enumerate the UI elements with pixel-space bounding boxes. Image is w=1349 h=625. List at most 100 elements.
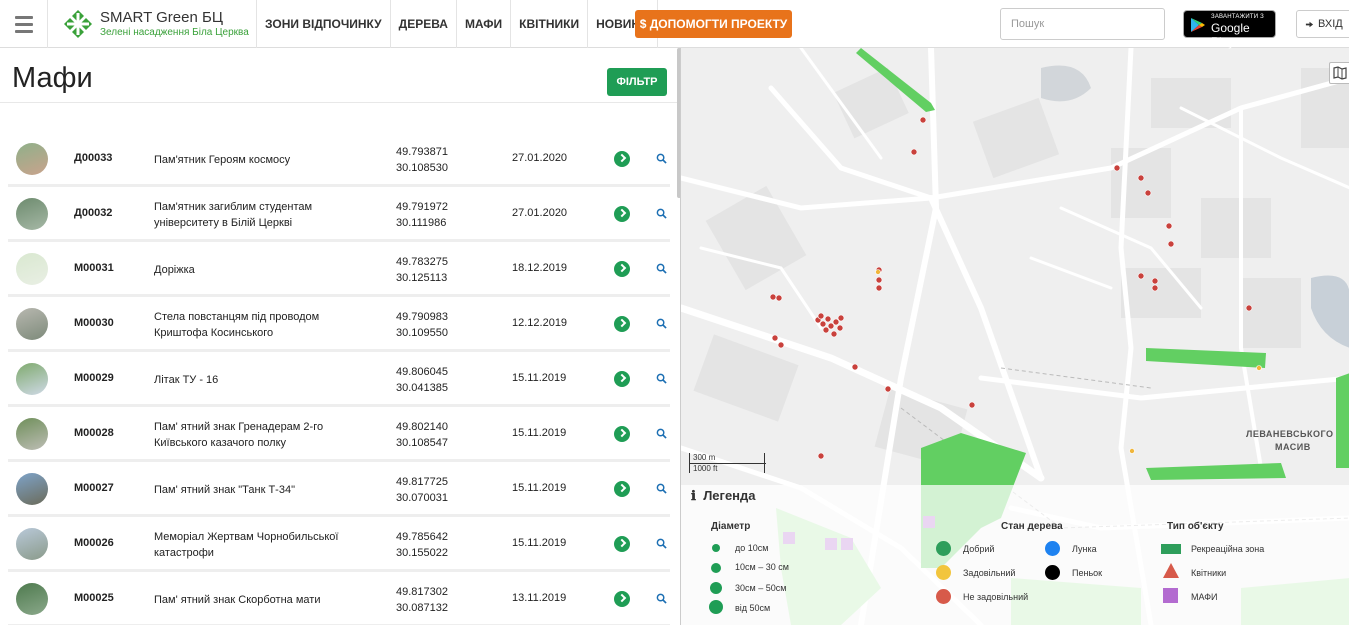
maf-photo-thumbnail[interactable] bbox=[16, 528, 48, 560]
maf-longitude: 30.108547 bbox=[396, 437, 448, 449]
maf-latitude: 49.806045 bbox=[396, 366, 448, 378]
gplay-big-text: Google Play bbox=[1211, 21, 1250, 49]
maf-photo-thumbnail[interactable] bbox=[16, 198, 48, 230]
maf-latitude: 49.817302 bbox=[396, 586, 448, 598]
maf-photo-thumbnail[interactable] bbox=[16, 308, 48, 340]
legend-title-row[interactable]: ℹ Легенда bbox=[691, 488, 756, 504]
open-details-icon[interactable] bbox=[614, 371, 630, 387]
maf-coordinates: 49.806045 30.041385 bbox=[396, 364, 448, 396]
maf-photo-thumbnail[interactable] bbox=[16, 253, 48, 285]
nav-rest-zones[interactable]: ЗОНИ ВІДПОЧИНКУ bbox=[256, 0, 390, 48]
table-row[interactable]: М00030 Стела повстанцям під проводом Криш… bbox=[8, 297, 670, 352]
maf-latitude: 49.793871 bbox=[396, 146, 448, 158]
open-details-icon[interactable] bbox=[614, 261, 630, 277]
info-icon: ℹ bbox=[691, 488, 696, 503]
maf-longitude: 30.041385 bbox=[396, 382, 448, 394]
google-play-button[interactable]: ЗАВАНТАЖИТИ З Google Play bbox=[1183, 10, 1276, 49]
maf-photo-thumbnail[interactable] bbox=[16, 473, 48, 505]
type-recreation-swatch bbox=[1161, 544, 1181, 554]
open-details-icon[interactable] bbox=[614, 536, 630, 552]
diameter-label-3: 30см – 50см bbox=[735, 583, 787, 593]
maf-latitude: 49.802140 bbox=[396, 421, 448, 433]
scale-feet: 1000 ft bbox=[693, 464, 718, 473]
zoom-to-map-icon[interactable] bbox=[656, 318, 667, 329]
table-row[interactable]: М00028 Пам' ятний знак Гренадерам 2-го Ки… bbox=[8, 407, 670, 462]
zoom-to-map-icon[interactable] bbox=[656, 373, 667, 384]
type-maf-label: МАФИ bbox=[1191, 592, 1218, 602]
map-scale: 300 m 1000 ft bbox=[689, 453, 766, 473]
state-bad-label: Не задовільний bbox=[963, 592, 1029, 602]
district-label-2: МАСИВ bbox=[1275, 442, 1311, 452]
zoom-to-map-icon[interactable] bbox=[656, 593, 667, 604]
maf-code: М00026 bbox=[74, 537, 114, 549]
maf-photo-thumbnail[interactable] bbox=[16, 363, 48, 395]
maf-photo-thumbnail[interactable] bbox=[16, 418, 48, 450]
filter-button[interactable]: ФІЛЬТР bbox=[607, 68, 667, 96]
table-row[interactable]: М00029 Літак ТУ - 16 49.806045 30.041385 15.… bbox=[8, 352, 670, 407]
main-nav: ЗОНИ ВІДПОЧИНКУ ДЕРЕВА МАФИ КВІТНИКИ НОВ… bbox=[256, 0, 658, 48]
table-row[interactable]: М00025 Пам' ятний знак Скорботна мати 49.8… bbox=[8, 572, 670, 625]
nav-flowerbeds[interactable]: КВІТНИКИ bbox=[510, 0, 587, 48]
state-ok-dot bbox=[936, 565, 951, 580]
search-input[interactable] bbox=[1000, 8, 1165, 40]
maf-coordinates: 49.791972 30.111986 bbox=[396, 199, 448, 231]
zoom-to-map-icon[interactable] bbox=[656, 538, 667, 549]
login-button[interactable]: ВХІД bbox=[1296, 10, 1349, 38]
maf-coordinates: 49.785642 30.155022 bbox=[396, 529, 448, 561]
table-row[interactable]: Д00032 Пам'ятник загиблим студентам уніве… bbox=[8, 187, 670, 242]
open-details-icon[interactable] bbox=[614, 591, 630, 607]
state-ok-label: Задовільний bbox=[963, 568, 1016, 578]
diameter-label-2: 10см – 30 см bbox=[735, 562, 789, 572]
maf-name: Пам'ятник Героям космосу bbox=[154, 154, 291, 166]
nav-trees[interactable]: ДЕРЕВА bbox=[389, 0, 456, 48]
zoom-to-map-icon[interactable] bbox=[656, 263, 667, 274]
open-details-icon[interactable] bbox=[614, 151, 630, 167]
maf-name: Літак ТУ - 16 bbox=[154, 374, 219, 386]
legend-type-title: Тип об'єкту bbox=[1167, 521, 1224, 532]
legend-state-title: Стан дерева bbox=[1001, 521, 1063, 532]
maf-latitude: 49.791972 bbox=[396, 201, 448, 213]
maf-photo-thumbnail[interactable] bbox=[16, 143, 48, 175]
maf-date: 13.11.2019 bbox=[512, 592, 567, 604]
type-flowerbed-label: Квітники bbox=[1191, 568, 1227, 578]
maf-name: Стела повстанцям під проводом Криштофа К… bbox=[154, 311, 320, 339]
maf-name: Меморіал Жертвам Чорнобильської катастро… bbox=[154, 531, 339, 559]
open-details-icon[interactable] bbox=[614, 206, 630, 222]
zoom-to-map-icon[interactable] bbox=[656, 428, 667, 439]
nav-mafs[interactable]: МАФИ bbox=[455, 0, 510, 48]
zoom-to-map-icon[interactable] bbox=[656, 208, 667, 219]
table-row[interactable]: М00031 Доріжка 49.783275 30.125113 18.12.201… bbox=[8, 242, 670, 297]
maf-latitude: 49.817725 bbox=[396, 476, 448, 488]
donate-button[interactable]: $ ДОПОМОГТИ ПРОЕКТУ bbox=[635, 10, 792, 38]
page-title: Мафи bbox=[12, 62, 93, 94]
open-details-icon[interactable] bbox=[614, 426, 630, 442]
maf-longitude: 30.108530 bbox=[396, 162, 448, 174]
state-good-dot bbox=[936, 541, 951, 556]
table-row[interactable]: М00027 Пам' ятний знак "Танк Т-34" 49.8177… bbox=[8, 462, 670, 517]
map-view[interactable]: ЛЕВАНЕВСЬКОГО МАСИВ 300 m 1000 ft ℹ Леге… bbox=[680, 48, 1349, 625]
maf-coordinates: 49.817725 30.070031 bbox=[396, 474, 448, 506]
maf-code: М00031 bbox=[74, 262, 114, 274]
map-layers-icon[interactable] bbox=[1329, 62, 1349, 84]
type-maf-swatch bbox=[1163, 588, 1178, 603]
maf-longitude: 30.155022 bbox=[396, 547, 448, 559]
table-row[interactable]: Д00033 Пам'ятник Героям космосу 49.793871 3… bbox=[8, 132, 670, 187]
open-details-icon[interactable] bbox=[614, 481, 630, 497]
maf-photo-thumbnail[interactable] bbox=[16, 583, 48, 615]
maf-date: 15.11.2019 bbox=[512, 372, 567, 384]
menu-icon[interactable] bbox=[0, 0, 48, 48]
maf-longitude: 30.125113 bbox=[396, 272, 448, 284]
maf-date: 15.11.2019 bbox=[512, 482, 567, 494]
table-row[interactable]: М00026 Меморіал Жертвам Чорнобильської ка… bbox=[8, 517, 670, 572]
brand-logo[interactable]: SMART Green БЦ Зелені насадження Біла Це… bbox=[62, 7, 249, 41]
header-divider bbox=[0, 102, 680, 103]
sign-in-icon bbox=[1305, 21, 1314, 27]
zoom-to-map-icon[interactable] bbox=[656, 483, 667, 494]
open-details-icon[interactable] bbox=[614, 316, 630, 332]
maf-coordinates: 49.802140 30.108547 bbox=[396, 419, 448, 451]
zoom-to-map-icon[interactable] bbox=[656, 153, 667, 164]
district-label-1: ЛЕВАНЕВСЬКОГО bbox=[1246, 429, 1334, 439]
maf-date: 27.01.2020 bbox=[512, 207, 568, 219]
diameter-small-dot bbox=[712, 544, 720, 552]
brand-subtitle: Зелені насадження Біла Церква bbox=[100, 27, 249, 38]
